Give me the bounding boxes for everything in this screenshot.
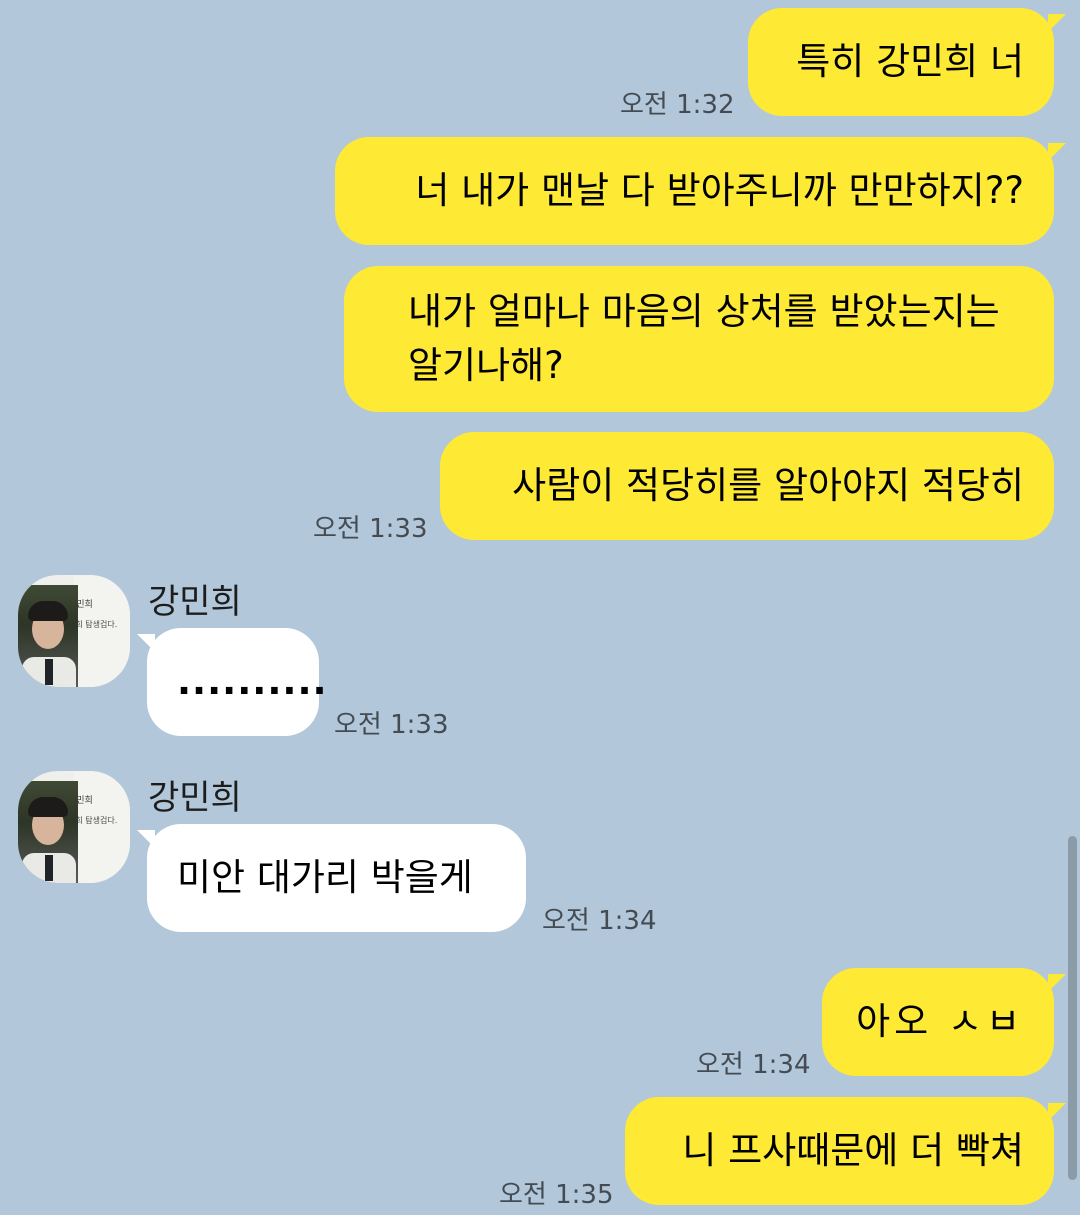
my-message-bubble[interactable]: 특히 강민희 너 [748, 8, 1054, 116]
my-message-bubble[interactable]: 사람이 적당히를 알아야지 적당히 [440, 432, 1054, 540]
sender-name: 강민희 [148, 778, 242, 818]
message-text: .......... [177, 660, 328, 703]
their-message-bubble[interactable]: .......... [147, 628, 327, 736]
message-text: 미안 대가리 박을게 [177, 856, 473, 899]
message-text: 내가 얼마나 마음의 상처를 받았는지는 알기나해? [408, 290, 1000, 387]
message-time: 오전 1:34 [542, 906, 657, 936]
avatar-name-card [74, 575, 130, 687]
message-time: 오전 1:32 [620, 90, 735, 120]
scrollbar[interactable] [1068, 836, 1077, 1180]
message-text: 니 프사때문에 더 빡쳐 [682, 1129, 1024, 1172]
avatar-tie [45, 855, 53, 881]
bubble-tail [1048, 14, 1066, 32]
avatar-tie [45, 659, 53, 685]
message-text: 사람이 적당히를 알아야지 적당히 [512, 464, 1024, 507]
my-message-bubble[interactable]: 내가 얼마나 마음의 상처를 받았는지는 알기나해? [344, 266, 1054, 412]
avatar-hair [28, 797, 68, 817]
my-message-bubble[interactable]: 니 프사때문에 더 빡쳐 [625, 1097, 1054, 1205]
message-text: 특히 강민희 너 [796, 40, 1024, 83]
bubble-tail [1048, 143, 1066, 161]
message-time: 오전 1:34 [696, 1050, 811, 1080]
message-text: 너 내가 맨날 다 받아주니까 만만하지?? [415, 169, 1024, 212]
profile-avatar[interactable]: 강민희 미희 탐생겁다. [18, 575, 130, 687]
my-message-bubble[interactable]: 너 내가 맨날 다 받아주니까 만만하지?? [335, 137, 1054, 245]
message-time: 오전 1:33 [334, 710, 449, 740]
message-time: 오전 1:35 [499, 1180, 614, 1210]
message-time: 오전 1:33 [313, 514, 428, 544]
my-message-bubble[interactable]: 아오 ㅅㅂ [822, 968, 1054, 1076]
avatar-name-card [74, 771, 130, 883]
their-message-bubble[interactable]: 미안 대가리 박을게 [147, 824, 526, 932]
profile-avatar[interactable]: 강민희 미희 탐생겁다. [18, 771, 130, 883]
avatar-hair [28, 601, 68, 621]
bubble-tail [1048, 974, 1066, 992]
sender-name: 강민희 [148, 582, 242, 622]
bubble-tail [1048, 1103, 1066, 1121]
message-text: 아오 ㅅㅂ [856, 1000, 1024, 1043]
